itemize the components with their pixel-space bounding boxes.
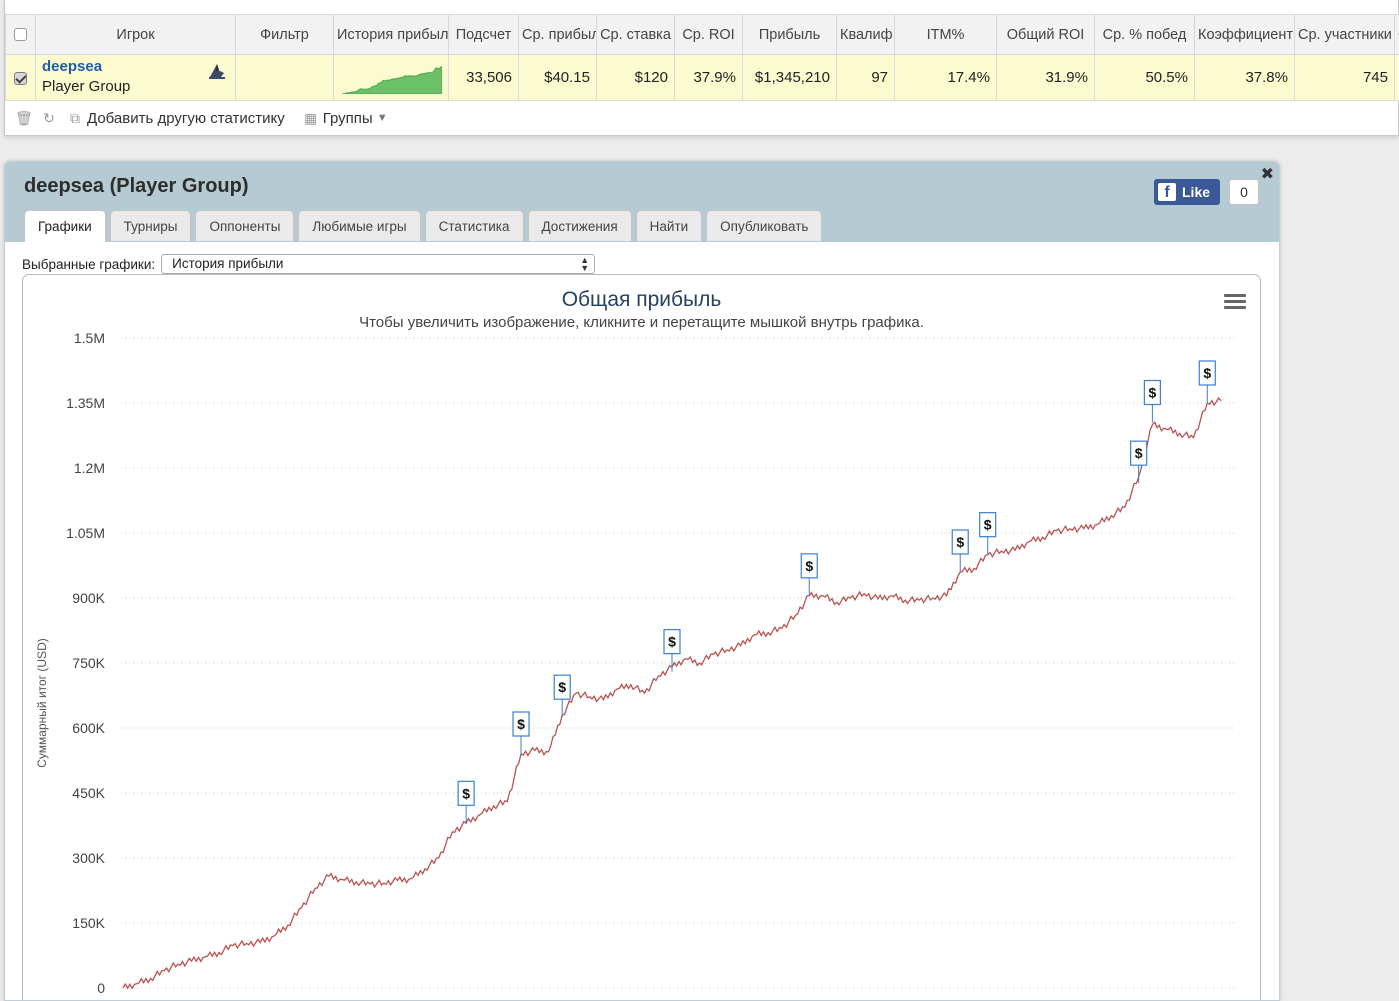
dollar-flag-label: $ [1203,365,1211,381]
column-header-ratio[interactable]: Коэффициент [1195,15,1295,55]
series-line [123,398,1221,988]
close-icon[interactable]: ✖ [1261,164,1274,184]
y-tick-label: 1.35M [66,395,105,411]
caret-down-icon: ▼ [377,112,388,124]
dollar-flag-label: $ [668,634,676,650]
dollar-flag-label: $ [517,716,525,732]
tab-favorite-games[interactable]: Любимые игры [298,210,420,241]
dollar-flag-label: $ [558,679,566,695]
player-cell: deepsea Player Group [36,55,236,101]
column-header-filter[interactable]: Фильтр [236,15,334,55]
panel-tabs: Графики Турниры Оппоненты Любимые игры С… [24,210,822,242]
groups-dropdown[interactable]: ▦ Группы ▼ [303,110,388,127]
profit-chart[interactable]: Общая прибыль Чтобы увеличить изображени… [22,274,1261,1001]
save-icon: ▦ [303,110,319,126]
dollar-flag-label: $ [1135,445,1143,461]
dollar-flag-label: $ [956,534,964,550]
extra-cell [1395,55,1399,101]
total-roi-cell: 31.9% [997,55,1095,101]
column-header-extra[interactable]: С [1395,15,1399,55]
facebook-like-button[interactable]: f Like [1154,179,1220,205]
refresh-icon[interactable]: ↻ [41,110,57,126]
profit-cell: $1,345,210 [743,55,837,101]
y-axis-title: Суммарный итог (USD) [35,638,49,767]
column-header-avg-entrants[interactable]: Ср. участники [1295,15,1395,55]
like-count: 0 [1229,179,1259,205]
like-label: Like [1182,184,1210,200]
add-stat-label: Добавить другую статистику [87,110,285,127]
chart-canvas[interactable]: 0 150K 300K 450K 600K 750K 900K 1.05M 1.2M 1.35M 1… [23,275,1260,1001]
stats-table: Игрок Фильтр История прибыли Подсчет Ср.… [5,14,1399,101]
select-all-checkbox[interactable] [6,15,36,55]
groups-label: Группы [323,110,373,127]
column-header-qualified[interactable]: Квалиф [837,15,895,55]
column-header-avg-win[interactable]: Ср. % побед [1095,15,1195,55]
avg-win-cell: 50.5% [1095,55,1195,101]
panel-title: deepsea (Player Group) [24,175,249,198]
column-header-avg-roi[interactable]: Ср. ROI [675,15,743,55]
table-row: deepsea Player Group 33,506 $40.15 $120 … [6,55,1399,101]
filter-cell [236,55,334,101]
dollar-flag-label: $ [1148,385,1156,401]
avg-entrants-cell: 745 [1295,55,1395,101]
dollar-flag-label: $ [984,517,992,533]
dollar-flag-label: $ [805,558,813,574]
avg-profit-cell: $40.15 [519,55,597,101]
profit-sparkline [342,62,442,94]
y-tick-label: 900K [72,590,105,606]
avg-stake-cell: $120 [597,55,675,101]
chart-select[interactable]: История прибыли ▲▼ [161,254,595,274]
tab-publish[interactable]: Опубликовать [706,210,822,241]
player-group-label: Player Group [42,76,229,98]
profit-history-sparkline-cell [334,55,449,101]
y-tick-label: 150K [72,915,105,931]
facebook-icon: f [1158,183,1176,201]
y-tick-label: 0 [97,980,105,996]
add-stat-button[interactable]: ⧉ Добавить другую статистику [67,110,285,127]
trash-icon[interactable]: 🗑 [15,110,31,126]
qualified-cell: 97 [837,55,895,101]
column-header-count[interactable]: Подсчет [449,15,519,55]
chart-select-value: История прибыли [172,256,283,271]
column-header-itm[interactable]: ITM% [895,15,997,55]
chart-select-label: Выбранные графики: [22,257,155,272]
y-tick-label: 1.5M [74,330,105,346]
itm-cell: 17.4% [895,55,997,101]
column-header-total-roi[interactable]: Общий ROI [997,15,1095,55]
y-tick-label: 450K [72,785,105,801]
checkbox-checked-icon[interactable] [14,72,27,85]
tab-tournaments[interactable]: Турниры [110,210,192,241]
player-group-panel: deepsea (Player Group) ✖ f Like 0 График… [4,161,1280,1001]
column-header-avg-profit[interactable]: Ср. прибыль [519,15,597,55]
column-header-player[interactable]: Игрок [36,15,236,55]
y-tick-label: 600K [72,720,105,736]
count-cell: 33,506 [449,55,519,101]
column-header-profit-history[interactable]: История прибыли [334,15,449,55]
table-header-row: Игрок Фильтр История прибыли Подсчет Ср.… [6,15,1399,55]
y-tick-label: 750K [72,655,105,671]
row-checkbox[interactable] [6,55,36,101]
stats-panel: Игрок Фильтр История прибыли Подсчет Ср.… [4,0,1399,136]
shark-icon [207,61,227,81]
y-tick-label: 300K [72,850,105,866]
column-header-profit[interactable]: Прибыль [743,15,837,55]
checkbox-icon[interactable] [14,28,27,41]
tab-achievements[interactable]: Достижения [528,210,632,241]
tab-charts[interactable]: Графики [24,210,106,242]
add-window-icon: ⧉ [67,110,83,126]
stats-toolbar: 🗑 ↻ ⧉ Добавить другую статистику ▦ Групп… [5,103,1398,133]
panel-header: deepsea (Player Group) ✖ f Like 0 График… [5,162,1279,242]
y-tick-label: 1.05M [66,525,105,541]
ratio-cell: 37.8% [1195,55,1295,101]
select-arrows-icon: ▲▼ [580,256,589,272]
column-header-avg-stake[interactable]: Ср. ставка [597,15,675,55]
player-name-link[interactable]: deepsea [42,58,229,76]
avg-roi-cell: 37.9% [675,55,743,101]
tab-statistics[interactable]: Статистика [425,210,524,241]
tab-opponents[interactable]: Оппоненты [195,210,294,241]
tab-search[interactable]: Найти [636,210,703,241]
chart-select-row: Выбранные графики: История прибыли ▲▼ [22,254,595,274]
y-tick-label: 1.2M [74,460,105,476]
dollar-flag-label: $ [462,785,470,801]
